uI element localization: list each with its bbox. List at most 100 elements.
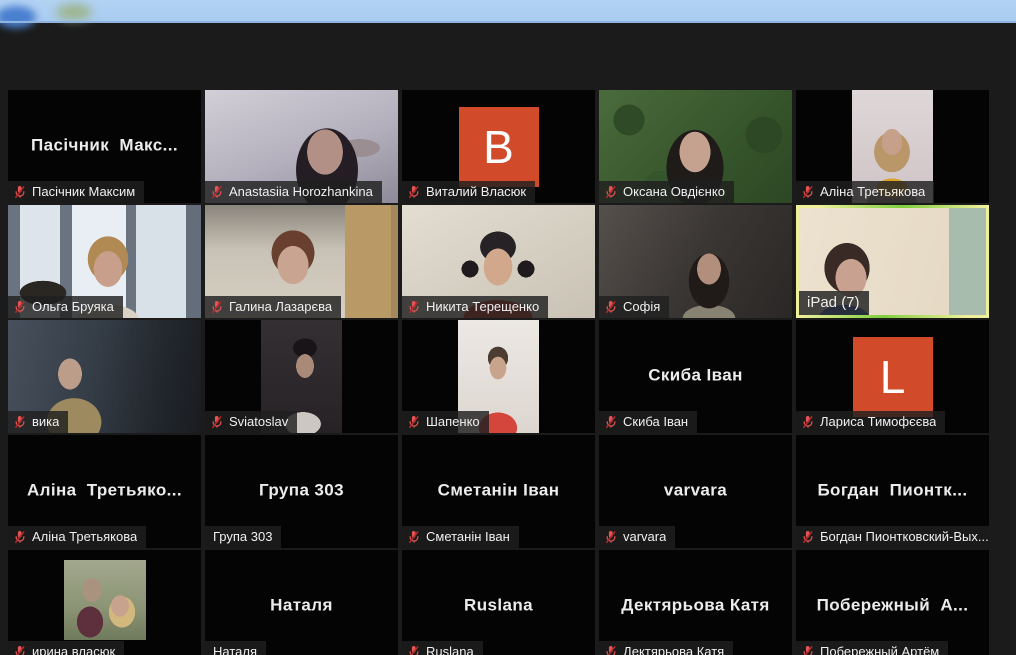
participant-label-text: Група 303: [213, 529, 272, 544]
participant-name-overlay: varvara: [599, 480, 792, 500]
participant-label-text: varvara: [623, 529, 666, 544]
participant-tile-11[interactable]: вика: [8, 320, 201, 433]
desktop-strip-edge: [0, 21, 1016, 23]
participant-name-overlay: Богдан Пионтк...: [796, 480, 989, 500]
muted-mic-icon: [407, 415, 421, 429]
muted-mic-icon: [210, 415, 224, 429]
participant-label: Anastasiia Horozhankina: [205, 181, 382, 203]
participant-label: Софія: [599, 296, 669, 318]
participant-tile-10[interactable]: iPad (7): [796, 205, 989, 318]
participant-label-text: Скиба Іван: [623, 414, 688, 429]
participant-tile-23[interactable]: Ruslana Ruslana: [402, 550, 595, 655]
participant-tile-17[interactable]: Група 303 Група 303: [205, 435, 398, 548]
participant-label-text: Аліна Третьякова: [32, 529, 137, 544]
muted-mic-icon: [13, 645, 27, 655]
participant-tile-18[interactable]: Сметанін Іван Сметанін Іван: [402, 435, 595, 548]
participant-tile-5[interactable]: Аліна Третьякова: [796, 90, 989, 203]
participant-name-overlay: Наталя: [205, 595, 398, 615]
participant-label: Сметанін Іван: [402, 526, 519, 548]
muted-mic-icon: [801, 415, 815, 429]
participant-name-overlay: Аліна Третьяко...: [8, 480, 201, 500]
participant-label-text: Виталий Власюк: [426, 184, 526, 199]
participant-label: Побережный Артём: [796, 641, 948, 655]
participant-label: Аліна Третьякова: [8, 526, 146, 548]
participant-name-overlay: Побережный А...: [796, 595, 989, 615]
participant-label: Оксана Овдієнко: [599, 181, 734, 203]
meeting-window: Пасічник Макс... Пасічник Максим Anastas…: [0, 0, 1016, 655]
participant-label-text: Аліна Третьякова: [820, 184, 925, 199]
participant-name-overlay: Група 303: [205, 480, 398, 500]
participant-label-text: Sviatoslav: [229, 414, 288, 429]
participant-label: вика: [8, 411, 68, 433]
participant-tile-15[interactable]: L Лариса Тимофєєва: [796, 320, 989, 433]
muted-mic-icon: [604, 530, 618, 544]
participant-tile-25[interactable]: Побережный А... Побережный Артём: [796, 550, 989, 655]
muted-mic-icon: [13, 415, 27, 429]
participant-video: [64, 560, 146, 640]
muted-mic-icon: [604, 185, 618, 199]
participant-tile-3[interactable]: B Виталий Власюк: [402, 90, 595, 203]
participant-label-text: Ruslana: [426, 644, 474, 655]
participant-tile-21[interactable]: ирина власюк: [8, 550, 201, 655]
participant-tile-8[interactable]: Никита Терещенко: [402, 205, 595, 318]
participant-name-overlay: Ruslana: [402, 595, 595, 615]
muted-mic-icon: [13, 530, 27, 544]
participant-label-text: Галина Лазарєва: [229, 299, 332, 314]
participant-grid: Пасічник Макс... Пасічник Максим Anastas…: [8, 90, 989, 655]
muted-mic-icon: [407, 300, 421, 314]
participant-tile-12[interactable]: Sviatoslav: [205, 320, 398, 433]
participant-tile-13[interactable]: Шапенко: [402, 320, 595, 433]
participant-tile-7[interactable]: Галина Лазарєва: [205, 205, 398, 318]
participant-label: Дектярьова Катя: [599, 641, 733, 655]
muted-mic-icon: [13, 185, 27, 199]
desktop-icon-blob: [0, 6, 36, 28]
participant-label-text: Наталя: [213, 644, 257, 655]
participant-tile-20[interactable]: Богдан Пионтк... Богдан Пионтковский-Вых…: [796, 435, 989, 548]
participant-label: Скиба Іван: [599, 411, 697, 433]
participant-label: Виталий Власюк: [402, 181, 535, 203]
participant-label-text: Ольга Бруяка: [32, 299, 114, 314]
participant-label: Шапенко: [402, 411, 489, 433]
participant-label: varvara: [599, 526, 675, 548]
participant-label-text: Сметанін Іван: [426, 529, 510, 544]
participant-label-text: iPad (7): [807, 294, 860, 311]
muted-mic-icon: [407, 530, 421, 544]
participant-label: Наталя: [205, 641, 266, 655]
desktop-icon-blob: [56, 4, 92, 20]
participant-tile-4[interactable]: Оксана Овдієнко: [599, 90, 792, 203]
muted-mic-icon: [604, 645, 618, 655]
muted-mic-icon: [210, 300, 224, 314]
participant-tile-2[interactable]: Anastasiia Horozhankina: [205, 90, 398, 203]
participant-tile-16[interactable]: Аліна Третьяко... Аліна Третьякова: [8, 435, 201, 548]
muted-mic-icon: [604, 415, 618, 429]
participant-label: Аліна Третьякова: [796, 181, 934, 203]
participant-label: Ruslana: [402, 641, 483, 655]
participant-label-text: Богдан Пионтковский-Вых...: [820, 529, 989, 544]
participant-label-text: ирина власюк: [32, 644, 115, 655]
muted-mic-icon: [604, 300, 618, 314]
muted-mic-icon: [801, 530, 815, 544]
participant-name-overlay: Сметанін Іван: [402, 480, 595, 500]
participant-label: Ольга Бруяка: [8, 296, 123, 318]
participant-label-text: Anastasiia Horozhankina: [229, 184, 373, 199]
muted-mic-icon: [801, 185, 815, 199]
participant-label: ирина власюк: [8, 641, 124, 655]
participant-tile-6[interactable]: Ольга Бруяка: [8, 205, 201, 318]
participant-label-text: Пасічник Максим: [32, 184, 135, 199]
participant-tile-1[interactable]: Пасічник Макс... Пасічник Максим: [8, 90, 201, 203]
participant-name-overlay: Скиба Іван: [599, 365, 792, 385]
participant-label: Богдан Пионтковский-Вых...: [796, 526, 989, 548]
participant-tile-22[interactable]: Наталя Наталя: [205, 550, 398, 655]
participant-label-text: Лариса Тимофєєва: [820, 414, 936, 429]
participant-tile-24[interactable]: Дектярьова Катя Дектярьова Катя: [599, 550, 792, 655]
participant-tile-14[interactable]: Скиба Іван Скиба Іван: [599, 320, 792, 433]
participant-label-text: Софія: [623, 299, 660, 314]
participant-label-text: Дектярьова Катя: [623, 644, 724, 655]
participant-tile-9[interactable]: Софія: [599, 205, 792, 318]
participant-label: Галина Лазарєва: [205, 296, 341, 318]
muted-mic-icon: [13, 300, 27, 314]
participant-label-text: Никита Терещенко: [426, 299, 539, 314]
participant-tile-19[interactable]: varvara varvara: [599, 435, 792, 548]
muted-mic-icon: [407, 185, 421, 199]
participant-label: Пасічник Максим: [8, 181, 144, 203]
